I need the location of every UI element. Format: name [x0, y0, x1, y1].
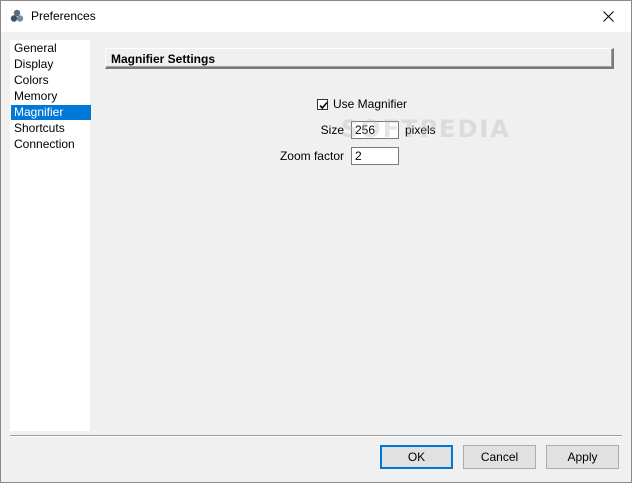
- apply-button[interactable]: Apply: [546, 445, 619, 469]
- ok-button[interactable]: OK: [380, 445, 453, 469]
- close-icon: [602, 11, 614, 22]
- cancel-button[interactable]: Cancel: [463, 445, 536, 469]
- app-icon: [10, 9, 24, 22]
- size-label: Size: [320, 123, 344, 137]
- window-title: Preferences: [31, 9, 96, 23]
- title-bar[interactable]: Preferences: [1, 1, 631, 32]
- preferences-dialog: Preferences General Display Colors Memor…: [0, 0, 632, 483]
- watermark: SOFTPEDIA: [341, 115, 511, 143]
- sidebar-item-display[interactable]: Display: [11, 57, 91, 72]
- section-header: Magnifier Settings: [105, 48, 614, 69]
- close-button[interactable]: [585, 1, 631, 32]
- use-magnifier-row[interactable]: Use Magnifier: [317, 97, 407, 111]
- settings-panel: Magnifier Settings Use Magnifier Size pi…: [105, 48, 614, 428]
- use-magnifier-label[interactable]: Use Magnifier: [333, 97, 407, 111]
- checkmark-icon: [319, 101, 328, 109]
- section-title: Magnifier Settings: [111, 52, 216, 66]
- footer-separator: [10, 435, 622, 437]
- zoom-factor-label: Zoom factor: [279, 149, 344, 163]
- zoom-factor-input[interactable]: [351, 147, 399, 165]
- sidebar-item-general[interactable]: General: [11, 41, 91, 56]
- sidebar-item-shortcuts[interactable]: Shortcuts: [11, 121, 91, 136]
- sidebar-item-connection[interactable]: Connection: [11, 137, 91, 152]
- sidebar-item-memory[interactable]: Memory: [11, 89, 91, 104]
- use-magnifier-checkbox[interactable]: [317, 98, 328, 110]
- sidebar-item-magnifier[interactable]: Magnifier: [11, 105, 91, 120]
- sidebar-item-colors[interactable]: Colors: [11, 73, 91, 88]
- category-list[interactable]: General Display Colors Memory Magnifier …: [10, 40, 91, 431]
